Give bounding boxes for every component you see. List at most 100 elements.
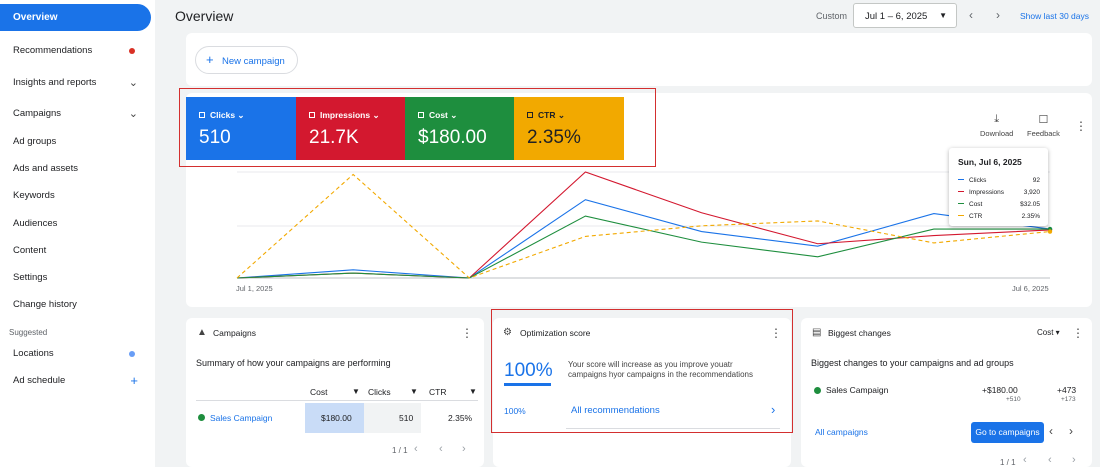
more-options-icon[interactable]: ⋮ — [1072, 326, 1084, 340]
changes-campaign-name[interactable]: Sales Campaign — [826, 385, 888, 395]
new-campaign-label: New campaign — [222, 56, 285, 67]
nav-ad-groups[interactable]: Ad groups — [0, 132, 150, 152]
suggestion-dot-icon — [129, 351, 135, 357]
tooltip-row: Clicks 92 — [958, 177, 1040, 187]
first-page-icon[interactable]: ‹ — [1023, 454, 1027, 466]
highlight-box — [491, 309, 793, 433]
status-dot-icon — [814, 387, 821, 394]
nav-locations[interactable]: Locations — [0, 344, 150, 364]
campaign-ctr: 2.35% — [448, 413, 473, 423]
sort-caret-icon[interactable]: ▼ — [410, 387, 418, 396]
nav-label: Change history — [13, 299, 77, 310]
column-header-clicks[interactable]: Clicks — [368, 387, 391, 397]
campaign-clicks: 510 — [399, 413, 414, 423]
campaign-name-link[interactable]: Sales Campaign — [210, 413, 272, 423]
pagination-label: 1 / 1 — [1000, 458, 1016, 467]
nav-ad-schedule[interactable]: Ad schedule + — [0, 371, 150, 391]
next-page-icon[interactable]: › — [462, 443, 466, 455]
nav-label: Keywords — [13, 190, 55, 201]
plus-icon: + — [206, 52, 214, 67]
chevron-down-icon: ⌄ — [128, 77, 138, 89]
nav-campaigns[interactable]: Campaigns ⌄ — [0, 104, 150, 124]
sort-caret-icon[interactable]: ▼ — [352, 387, 360, 396]
tooltip-value: 2.35% — [1021, 213, 1040, 220]
nav-ads-assets[interactable]: Ads and assets — [0, 159, 150, 179]
series-swatch — [958, 178, 964, 180]
x-tick-label: Jul 1, 2025 — [236, 284, 273, 293]
next-page-icon[interactable]: › — [1072, 454, 1076, 466]
campaign-cost: $180.00 — [321, 413, 352, 423]
series-swatch — [958, 214, 964, 216]
column-label: CTR — [429, 387, 447, 397]
prev-icon[interactable]: ‹ — [1049, 424, 1053, 438]
campaigns-summary: Summary of how your campaigns are perfor… — [196, 358, 391, 368]
changes-subtitle: Biggest changes to your campaigns and ad… — [811, 358, 1014, 368]
feedback-label: Feedback — [1027, 129, 1060, 138]
campaigns-card-title: Campaigns — [213, 328, 256, 338]
nav-settings[interactable]: Settings — [0, 268, 150, 288]
prev-page-icon[interactable]: ‹ — [1048, 454, 1052, 466]
column-header-cost[interactable]: Cost — [310, 387, 327, 397]
sort-caret-icon[interactable]: ▼ — [469, 387, 477, 396]
tooltip-row: Cost $32.05 — [958, 201, 1040, 211]
first-page-icon[interactable]: ‹ — [414, 443, 418, 455]
plus-icon[interactable]: + — [130, 371, 138, 390]
sidebar: Overview Recommendations Insights and re… — [0, 0, 155, 467]
clicks-change: +473 — [1057, 385, 1077, 395]
nav-label: Audiences — [13, 218, 58, 229]
page-title: Overview — [175, 8, 234, 24]
date-range-value: Jul 1 – 6, 2025 — [865, 11, 928, 22]
nav-keywords[interactable]: Keywords — [0, 186, 150, 206]
range-type-label: Custom — [816, 11, 848, 21]
chevron-down-icon: ⌄ — [128, 108, 138, 120]
tooltip-label: CTR — [969, 213, 983, 220]
nav-change-history[interactable]: Change history — [0, 295, 150, 315]
nav-label: Ads and assets — [13, 163, 78, 174]
suggested-heading: Suggested — [9, 328, 48, 337]
tooltip-label: Clicks — [969, 177, 987, 184]
nav-content[interactable]: Content — [0, 241, 150, 261]
next-period-icon[interactable]: › — [996, 8, 1000, 22]
nav-label: Insights and reports — [13, 77, 97, 88]
prev-page-icon[interactable]: ‹ — [439, 443, 443, 455]
sort-select[interactable]: Cost ▾ — [1037, 328, 1060, 337]
nav-recommendations[interactable]: Recommendations — [0, 41, 150, 61]
column-header-ctr[interactable]: CTR — [429, 387, 446, 397]
highlight-box — [179, 88, 656, 167]
campaigns-icon: ▲ — [197, 327, 207, 338]
pagination-label: 1 / 1 — [392, 446, 408, 455]
caret-down-icon: ▼ — [939, 11, 947, 20]
feedback-icon: ☐ — [1038, 114, 1049, 126]
tooltip-row: Impressions 3,920 — [958, 189, 1040, 199]
sort-label: Cost — [1037, 328, 1054, 337]
changes-icon: ▤ — [812, 327, 822, 338]
nav-audiences[interactable]: Audiences — [0, 214, 150, 234]
go-to-campaigns-button[interactable]: Go to campaigns — [971, 422, 1044, 443]
prev-period-icon[interactable]: ‹ — [969, 8, 973, 22]
tooltip-value: $32.05 — [1020, 201, 1040, 208]
all-campaigns-link[interactable]: All campaigns — [815, 427, 868, 437]
series-swatch — [958, 202, 964, 204]
clicks-change-sub: +173 — [1061, 396, 1076, 403]
tooltip-row: CTR 2.35% — [958, 213, 1040, 223]
feedback-button[interactable]: ☐ Feedback — [1027, 113, 1060, 138]
download-button[interactable]: ⤓ Download — [980, 113, 1013, 138]
table-divider — [196, 400, 478, 401]
more-options-icon[interactable]: ⋮ — [1075, 119, 1087, 133]
download-icon: ⤓ — [994, 113, 1000, 125]
date-range-select[interactable]: Jul 1 – 6, 2025 ▼ — [853, 3, 957, 28]
download-label: Download — [980, 129, 1014, 138]
more-options-icon[interactable]: ⋮ — [461, 326, 473, 340]
cost-change-sub: +510 — [1006, 396, 1021, 403]
nav-overview[interactable]: Overview — [0, 4, 151, 31]
show-last-30-days-link[interactable]: Show last 30 days — [1020, 11, 1089, 21]
biggest-changes-title: Biggest changes — [828, 328, 891, 338]
new-campaign-button[interactable]: + New campaign — [195, 46, 298, 74]
nav-insights[interactable]: Insights and reports ⌄ — [0, 73, 150, 93]
nav-label: Content — [13, 245, 47, 256]
cost-change: +$180.00 — [982, 385, 1018, 395]
nav-label: Settings — [13, 272, 48, 283]
next-icon[interactable]: › — [1069, 424, 1073, 438]
tooltip-label: Impressions — [969, 189, 1005, 196]
x-tick-label: Jul 6, 2025 — [1012, 284, 1049, 293]
